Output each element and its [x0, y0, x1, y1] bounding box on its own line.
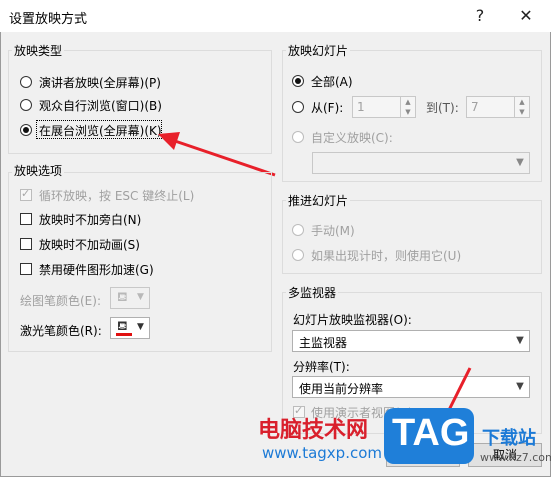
resolution-value: 使用当前分辨率	[299, 382, 384, 396]
resolution-combo[interactable]: 使用当前分辨率 ▼	[292, 376, 530, 398]
to-value: 7	[471, 100, 479, 114]
to-spinner[interactable]: 7 ▲ ▼	[466, 96, 530, 118]
help-button[interactable]: ?	[465, 4, 495, 28]
radio-presenter[interactable]	[20, 76, 32, 88]
radio-custom-show[interactable]	[292, 131, 304, 143]
disable-hw-label[interactable]: 禁用硬件图形加速(G)	[39, 261, 154, 278]
radio-kiosk-label[interactable]: 在展台浏览(全屏幕)(K)	[39, 122, 162, 139]
monitor-label: 幻灯片放映监视器(O):	[293, 313, 412, 327]
spin-up-icon[interactable]: ▲	[400, 97, 415, 107]
monitor-combo[interactable]: 主监视器 ▼	[292, 330, 530, 352]
show-slides-label: 放映幻灯片	[286, 42, 351, 59]
resolution-label: 分辨率(T):	[293, 360, 350, 374]
radio-kiosk[interactable]	[20, 124, 32, 136]
from-spinner[interactable]: 1 ▲ ▼	[352, 96, 416, 118]
watermark-site-url: www.tagxp.com	[262, 444, 382, 462]
custom-show-combo[interactable]: ▼	[312, 152, 530, 174]
radio-audience-label[interactable]: 观众自行浏览(窗口)(B)	[39, 97, 162, 114]
loop-checkbox[interactable]	[20, 187, 32, 201]
watermark-badge-text: TAG	[392, 412, 470, 454]
show-type-label: 放映类型	[12, 42, 65, 59]
pen-color-button[interactable]: ⛾ ▼	[110, 287, 150, 309]
radio-presenter-label[interactable]: 演讲者放映(全屏幕)(P)	[39, 74, 161, 91]
pen-color-label: 绘图笔颜色(E):	[20, 294, 101, 308]
laser-color-swatch	[116, 333, 132, 336]
no-narration-checkbox[interactable]	[20, 213, 32, 225]
close-button[interactable]: ✕	[511, 4, 541, 28]
radio-from-slides[interactable]	[292, 101, 304, 113]
chevron-down-icon[interactable]: ▼	[511, 377, 529, 397]
watermark-site-name: 电脑技术网	[258, 418, 369, 443]
chevron-down-icon[interactable]: ▼	[511, 331, 529, 351]
radio-manual-label: 手动(M)	[311, 224, 355, 238]
monitors-label: 多监视器	[286, 284, 339, 301]
no-animation-label[interactable]: 放映时不加动画(S)	[39, 236, 140, 253]
paint-bucket-icon: ⛾	[117, 290, 128, 305]
radio-use-timings-label: 如果出现计时，则使用它(U)	[311, 249, 462, 263]
watermark-download-label: 下载站	[482, 428, 536, 449]
chevron-down-icon: ▼	[137, 292, 144, 302]
loop-label: 循环放映，按 ESC 键终止(L)	[39, 189, 195, 203]
radio-use-timings[interactable]	[292, 249, 304, 261]
spin-up-icon[interactable]: ▲	[514, 97, 529, 107]
monitor-value: 主监视器	[299, 336, 348, 350]
no-animation-checkbox[interactable]	[20, 238, 32, 250]
radio-all-slides[interactable]	[292, 75, 304, 87]
watermark-download-url: www.xz7.com	[480, 451, 551, 464]
spin-down-icon[interactable]: ▼	[514, 107, 529, 117]
radio-all-slides-label[interactable]: 全部(A)	[311, 73, 353, 90]
show-options-label: 放映选项	[12, 162, 65, 179]
advance-label: 推进幻灯片	[286, 192, 351, 209]
from-value: 1	[357, 100, 365, 114]
spin-down-icon[interactable]: ▼	[400, 107, 415, 117]
disable-hw-checkbox[interactable]	[20, 263, 32, 275]
radio-manual[interactable]	[292, 224, 304, 236]
laser-color-button[interactable]: ⛾ ▼	[110, 317, 150, 339]
no-narration-label[interactable]: 放映时不加旁白(N)	[39, 211, 141, 228]
dialog-title: 设置放映方式	[9, 12, 88, 27]
radio-audience[interactable]	[20, 99, 32, 111]
radio-from-slides-label[interactable]: 从(F):	[311, 99, 343, 116]
chevron-down-icon[interactable]: ▼	[511, 153, 529, 173]
laser-color-label: 激光笔颜色(R):	[20, 324, 102, 338]
custom-show-label: 自定义放映(C):	[311, 131, 393, 145]
to-label: 到(T):	[426, 101, 459, 115]
chevron-down-icon: ▼	[137, 322, 144, 332]
watermark-tag-badge: TAG	[384, 408, 474, 464]
